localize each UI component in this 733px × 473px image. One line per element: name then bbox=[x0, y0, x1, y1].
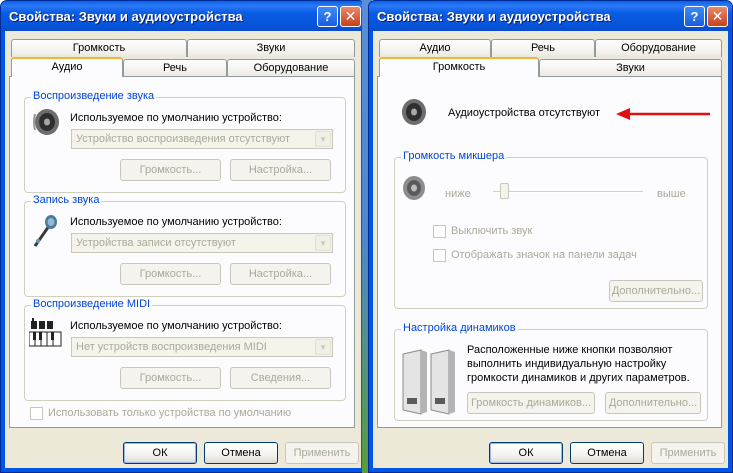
tab-audio[interactable]: Аудио bbox=[379, 39, 491, 57]
speaker-icon bbox=[402, 99, 426, 125]
tab-hardware[interactable]: Оборудование bbox=[227, 59, 355, 77]
midi-about-button[interactable]: Сведения... bbox=[230, 367, 331, 389]
ok-button[interactable]: ОК bbox=[489, 442, 563, 464]
volume-slider-thumb[interactable] bbox=[500, 183, 510, 199]
speakers-icon bbox=[402, 349, 455, 415]
speaker-advanced-button[interactable]: Дополнительно... bbox=[605, 392, 701, 414]
record-volume-button[interactable]: Громкость... bbox=[120, 263, 221, 285]
tab-sounds[interactable]: Звуки bbox=[187, 39, 355, 57]
record-default-label: Используемое по умолчанию устройство: bbox=[70, 216, 282, 228]
record-device-select[interactable]: Устройства записи отсутствуют ▼ bbox=[71, 233, 333, 253]
tab-hardware[interactable]: Оборудование bbox=[595, 39, 722, 57]
right-tab-panel: Аудиоустройства отсутствуют Громкость ми… bbox=[377, 76, 722, 428]
midi-keyboard-icon bbox=[29, 318, 62, 347]
chevron-down-icon: ▼ bbox=[315, 339, 331, 355]
left-titlebar[interactable]: Свойства: Звуки и аудиоустройства ? ✕ bbox=[1, 1, 365, 31]
tab-sounds[interactable]: Звуки bbox=[539, 59, 722, 77]
left-window: Свойства: Звуки и аудиоустройства ? ✕ Гр… bbox=[0, 0, 366, 473]
chevron-down-icon: ▼ bbox=[315, 235, 331, 251]
playback-device-select[interactable]: Устройство воспроизведения отсутствуют ▼ bbox=[71, 129, 333, 149]
close-button[interactable]: ✕ bbox=[707, 5, 728, 27]
cancel-button[interactable]: Отмена bbox=[204, 442, 278, 464]
midi-device-value: Нет устройств воспроизведения MIDI bbox=[76, 341, 267, 353]
only-default-label: Использовать только устройства по умолча… bbox=[48, 407, 292, 419]
tab-volume[interactable]: Громкость bbox=[11, 39, 187, 57]
help-button[interactable]: ? bbox=[684, 5, 705, 27]
record-settings-button[interactable]: Настройка... bbox=[230, 263, 331, 285]
only-default-checkbox[interactable] bbox=[30, 407, 43, 420]
mute-label: Выключить звук bbox=[451, 225, 533, 237]
playback-settings-button[interactable]: Настройка... bbox=[230, 159, 331, 181]
cancel-button[interactable]: Отмена bbox=[570, 442, 644, 464]
midi-group-title: Воспроизведение MIDI bbox=[31, 298, 153, 310]
record-group: Запись звука Используемое по умолчанию у… bbox=[24, 194, 346, 297]
help-button[interactable]: ? bbox=[317, 5, 338, 27]
midi-default-label: Используемое по умолчанию устройство: bbox=[70, 320, 282, 332]
volume-low-label: ниже bbox=[445, 188, 471, 200]
show-tray-icon-checkbox[interactable] bbox=[433, 249, 446, 262]
left-tab-panel: Воспроизведение звука Используемое по ум… bbox=[9, 76, 355, 428]
volume-high-label: выше bbox=[657, 188, 686, 200]
show-tray-icon-label: Отображать значок на панели задач bbox=[451, 249, 637, 261]
mixer-volume-group: Громкость микшера ниже выше Выключить зв… bbox=[394, 150, 708, 309]
right-client-area: Аудио Речь Оборудование Громкость Звуки … bbox=[373, 31, 728, 468]
speaker-volume-button[interactable]: Громкость динамиков... bbox=[467, 392, 595, 414]
tab-speech[interactable]: Речь bbox=[123, 59, 227, 77]
left-client-area: Громкость Звуки Аудио Речь Оборудование … bbox=[5, 31, 361, 468]
right-window-title: Свойства: Звуки и аудиоустройства bbox=[377, 8, 611, 24]
playback-volume-button[interactable]: Громкость... bbox=[120, 159, 221, 181]
playback-default-label: Используемое по умолчанию устройство: bbox=[70, 112, 282, 124]
right-titlebar[interactable]: Свойства: Звуки и аудиоустройства ? ✕ bbox=[369, 1, 732, 31]
playback-device-value: Устройство воспроизведения отсутствуют bbox=[76, 133, 291, 145]
ok-button[interactable]: ОК bbox=[123, 442, 197, 464]
apply-button[interactable]: Применить bbox=[651, 442, 725, 464]
apply-button[interactable]: Применить bbox=[285, 442, 359, 464]
midi-device-select[interactable]: Нет устройств воспроизведения MIDI ▼ bbox=[71, 337, 333, 357]
volume-slider-track[interactable] bbox=[493, 183, 643, 199]
playback-group-title: Воспроизведение звука bbox=[31, 90, 157, 102]
speaker-settings-group: Настройка динамиков Расположенные ниже к… bbox=[394, 322, 708, 421]
mute-checkbox[interactable] bbox=[433, 225, 446, 238]
speaker-description-line-2: выполнить индивидуальную настройку bbox=[467, 358, 667, 370]
mixer-group-title: Громкость микшера bbox=[401, 150, 507, 162]
record-device-value: Устройства записи отсутствуют bbox=[76, 237, 236, 249]
speaker-description-line-1: Расположенные ниже кнопки позволяют bbox=[467, 344, 673, 356]
right-window: Свойства: Звуки и аудиоустройства ? ✕ Ау… bbox=[368, 0, 733, 473]
tab-audio[interactable]: Аудио bbox=[11, 57, 123, 77]
mixer-advanced-button[interactable]: Дополнительно... bbox=[609, 280, 703, 302]
tab-volume[interactable]: Громкость bbox=[379, 57, 539, 77]
record-group-title: Запись звука bbox=[31, 194, 102, 206]
tab-speech[interactable]: Речь bbox=[491, 39, 595, 57]
no-audio-devices-text: Аудиоустройства отсутствуют bbox=[448, 107, 601, 119]
close-button[interactable]: ✕ bbox=[340, 5, 361, 27]
midi-group: Воспроизведение MIDI Используемое по умо… bbox=[24, 298, 346, 401]
speaker-icon bbox=[403, 176, 425, 200]
chevron-down-icon: ▼ bbox=[315, 131, 331, 147]
speaker-group-title: Настройка динамиков bbox=[401, 322, 518, 334]
speaker-icon bbox=[33, 109, 59, 135]
red-arrow-annotation bbox=[616, 108, 710, 120]
microphone-icon bbox=[33, 215, 57, 247]
speaker-description-line-3: громкости динамиков и других параметров. bbox=[467, 372, 690, 384]
playback-group: Воспроизведение звука Используемое по ум… bbox=[24, 90, 346, 193]
midi-volume-button[interactable]: Громкость... bbox=[120, 367, 221, 389]
left-window-title: Свойства: Звуки и аудиоустройства bbox=[9, 8, 243, 24]
